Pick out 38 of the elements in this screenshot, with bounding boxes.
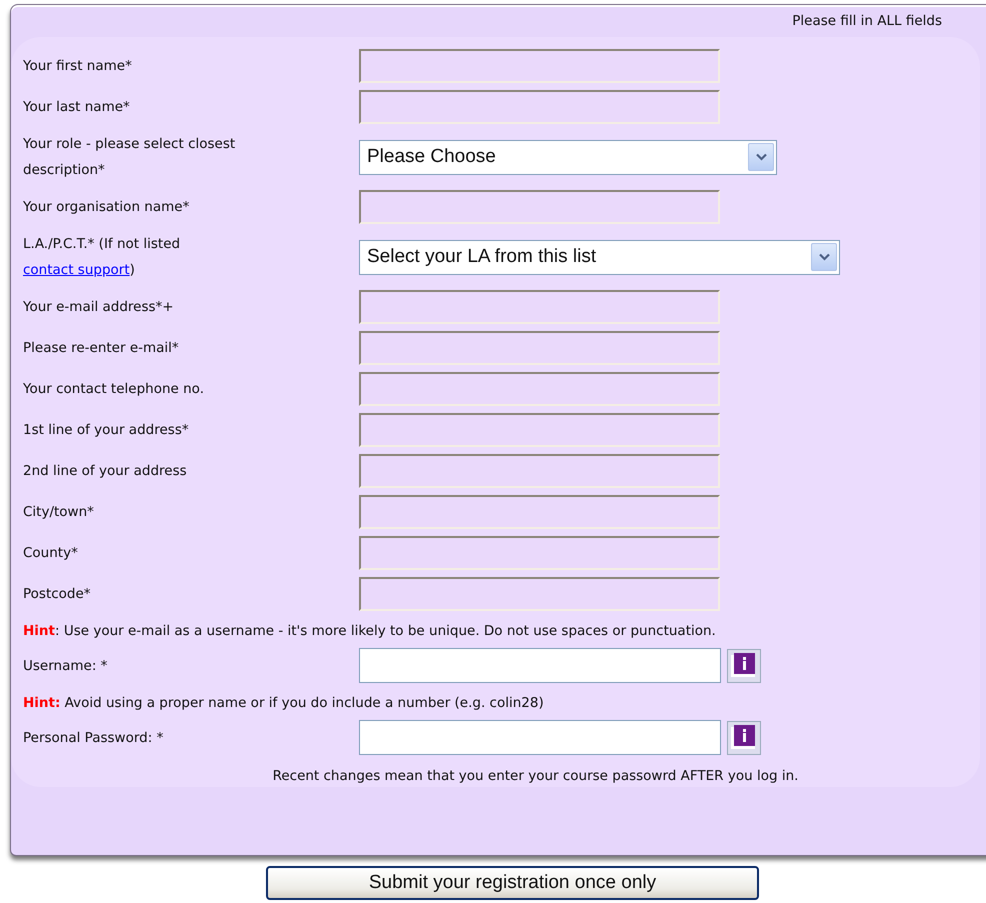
contact-support-link[interactable]: contact support <box>23 262 130 278</box>
field-label: Personal Password: * <box>23 728 164 748</box>
field-label: Your e-mail address*+ <box>23 298 175 317</box>
field-label: Username: * <box>23 656 108 676</box>
field-label: Postcode* <box>23 585 92 604</box>
info-icon[interactable] <box>727 648 761 682</box>
hint-text: Hint: Avoid using a proper name or if you do include a number (e.g. colin28) <box>23 695 544 711</box>
input-field[interactable] <box>359 190 720 224</box>
input-field[interactable] <box>359 290 720 324</box>
field-label: Your last name* <box>23 98 131 117</box>
input-field[interactable] <box>359 372 720 406</box>
hint-text: Hint: Use your e-mail as a username - it's more likely to be unique. Do not use spaces or punctuation. <box>23 623 716 639</box>
dropdown[interactable]: Please Choose <box>359 140 777 174</box>
input-field[interactable] <box>359 495 720 529</box>
field-label: 1st line of your address* <box>23 421 190 440</box>
field-label: Your first name* <box>23 57 133 76</box>
field-label: Your role - please select closest description* <box>23 135 236 180</box>
field-label: Your organisation name* <box>23 198 190 217</box>
input-field[interactable] <box>359 413 720 447</box>
dropdown[interactable]: Select your LA from this list <box>359 240 840 274</box>
field-label: Please re-enter e-mail* <box>23 339 180 358</box>
note-text: Recent changes mean that you enter your course passowrd AFTER you log in. <box>272 768 798 784</box>
submit-button[interactable]: Submit your registration once only <box>266 866 759 900</box>
instruction-text: Please fill in ALL fields <box>792 13 942 29</box>
field-label: City/town* <box>23 503 95 522</box>
field-label: 2nd line of your address <box>23 462 188 481</box>
input-field[interactable] <box>359 577 720 611</box>
input-field[interactable] <box>359 454 720 488</box>
input-field[interactable] <box>359 648 721 683</box>
input-field[interactable] <box>359 720 721 755</box>
field-label: County* <box>23 544 79 563</box>
input-field[interactable] <box>359 90 720 124</box>
input-field[interactable] <box>359 536 720 570</box>
field-label: Your contact telephone no. <box>23 380 205 399</box>
info-icon[interactable] <box>727 720 761 754</box>
field-label: L.A./P.C.T.* (If not listed contact support) <box>23 235 182 280</box>
input-field[interactable] <box>359 331 720 365</box>
input-field[interactable] <box>359 49 720 83</box>
